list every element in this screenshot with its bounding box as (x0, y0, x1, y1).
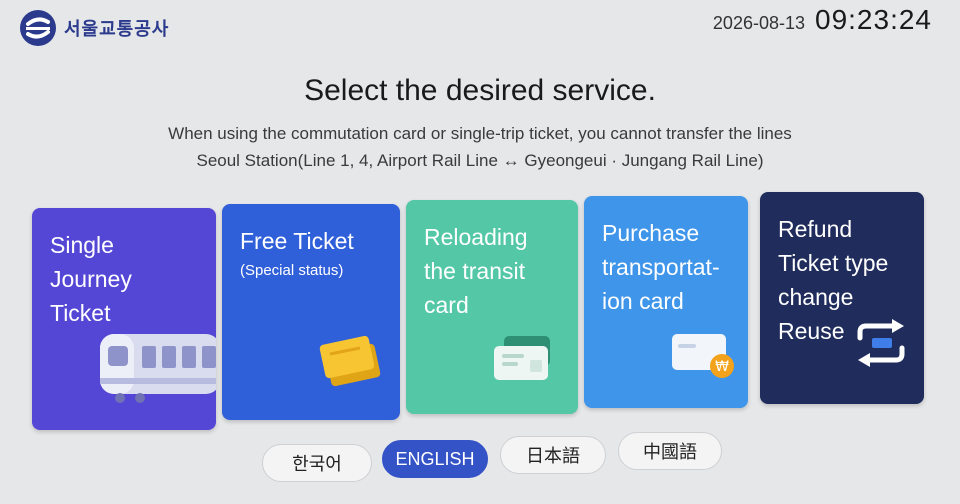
subway-train-icon (96, 326, 216, 411)
logo: 서울교통공사 (20, 10, 169, 46)
date-display: 2026-08-13 (712, 13, 805, 33)
free-ticket-button[interactable]: Free Ticket (Special status) (222, 204, 400, 420)
reload-transit-card-button[interactable]: Reloading the transit card (406, 200, 578, 414)
transit-card-icon (490, 334, 554, 389)
single-journey-ticket-button[interactable]: Single Journey Ticket (32, 208, 216, 430)
card-label: Free Ticket (240, 228, 354, 254)
refund-change-reuse-button[interactable]: Refund Ticket type change Reuse (760, 192, 924, 404)
language-chinese-button[interactable]: 中國語 (618, 432, 722, 470)
header: 서울교통공사 2026-08-13 09:23:24 (0, 0, 960, 54)
time-display: 09:23:24 (815, 4, 932, 35)
card-sublabel: (Special status) (240, 262, 344, 279)
language-japanese-button[interactable]: 日本語 (500, 436, 606, 474)
notice-line-1: When using the commutation card or singl… (168, 124, 792, 143)
clock: 2026-08-13 09:23:24 (713, 4, 932, 36)
card-label: Reloading the transit card (424, 224, 528, 318)
card-label: Purchase transportat- ion card (602, 220, 720, 314)
purchase-transportation-card-button[interactable]: Purchase transportat- ion card ₩ (584, 196, 748, 408)
language-english-button[interactable]: ENGLISH (382, 440, 488, 478)
ticket-cards-icon (318, 332, 382, 395)
service-menu: Single Journey Ticket Free Ticket (Speci… (30, 192, 930, 430)
seoul-metro-logo-icon (20, 10, 56, 46)
org-name: 서울교통공사 (64, 19, 170, 40)
language-korean-button[interactable]: 한국어 (262, 444, 372, 482)
page-title: Select the desired service. (304, 74, 656, 107)
card-purchase-icon: ₩ (668, 326, 738, 385)
exchange-arrows-icon (854, 318, 908, 373)
svg-text:₩: ₩ (715, 359, 729, 375)
card-label: Single Journey Ticket (50, 232, 132, 326)
transfer-notice: When using the commutation card or singl… (0, 120, 960, 174)
notice-line-2: Seoul Station(Line 1, 4, Airport Rail Li… (196, 151, 764, 170)
language-selector: 한국어 ENGLISH 日本語 中國語 (0, 432, 960, 482)
